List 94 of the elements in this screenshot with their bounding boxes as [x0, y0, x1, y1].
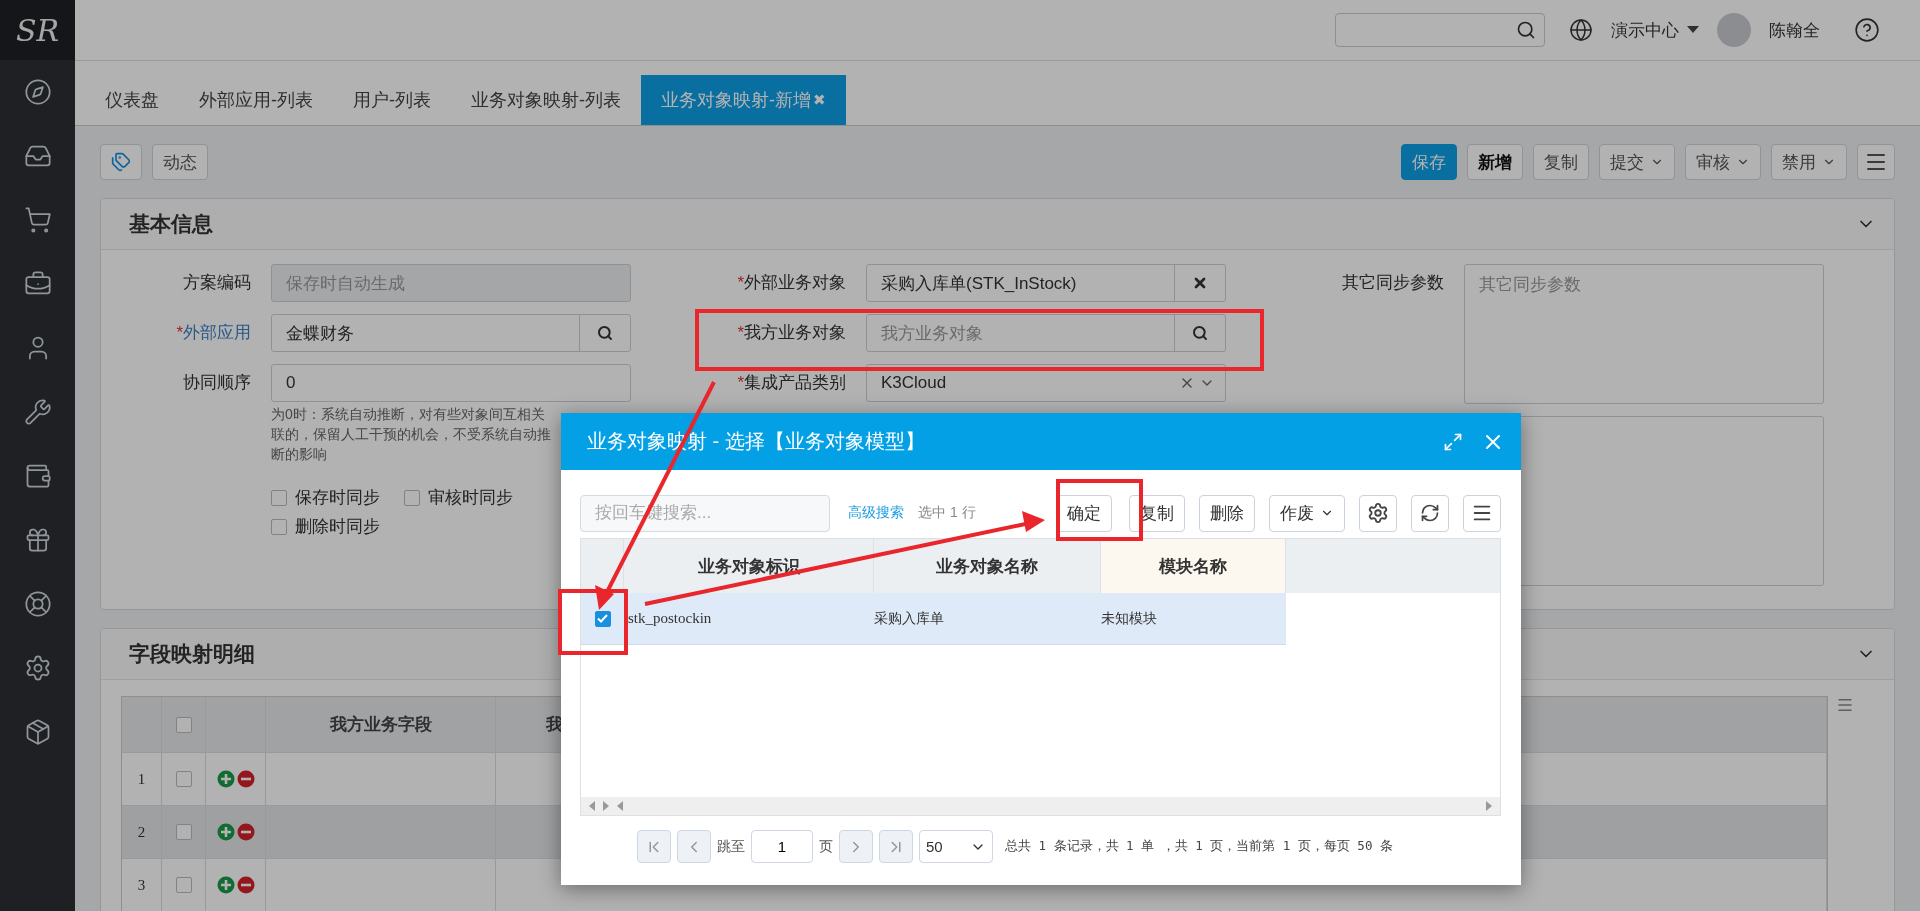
add-icon[interactable] [216, 876, 235, 894]
checkbox[interactable] [175, 824, 192, 840]
remove-icon[interactable] [236, 823, 255, 841]
row-number: 2 [122, 806, 162, 858]
field-placeholder: 保存时自动生成 [285, 272, 406, 295]
page-unit: 页 [819, 837, 833, 856]
menu-button[interactable] [1857, 144, 1895, 180]
toolbar-button[interactable]: 复制 [1533, 144, 1589, 180]
page-input[interactable]: 1 [751, 830, 813, 863]
search-icon [597, 325, 613, 341]
globe-icon[interactable] [1569, 18, 1593, 42]
checkbox-label: 审核时同步 [428, 487, 513, 509]
field-label: *外部业务对象 [736, 272, 846, 294]
toolbar-button[interactable]: 提交 [1599, 144, 1675, 180]
dialog-button[interactable]: 作废 [1269, 494, 1345, 532]
remove-icon[interactable] [236, 770, 255, 788]
refresh-button[interactable] [1411, 494, 1449, 532]
maximize-icon[interactable] [1443, 431, 1463, 452]
dialog-button[interactable]: 删除 [1199, 494, 1255, 532]
checkbox[interactable] [175, 716, 192, 733]
search-field[interactable] [1335, 13, 1545, 47]
pagination-summary: 总共 1 条记录，共 1 单 ，共 1 页，当前第 1 页，每页 50 条 [1005, 838, 1393, 855]
column-header: 我方业务字段 [266, 697, 496, 752]
input-field[interactable]: 0 [271, 364, 631, 402]
toolbar-button[interactable]: 禁用 [1771, 144, 1847, 180]
jump-label: 跳至 [717, 837, 745, 856]
compass-icon[interactable] [23, 78, 52, 106]
page-size-value: 50 [926, 838, 943, 855]
field-label: 方案编码 [182, 272, 251, 294]
field-label: 其它同步参数 [1341, 272, 1444, 294]
column-header[interactable]: 模块名称 [1101, 539, 1286, 593]
field-value: 0 [285, 373, 297, 393]
section-title: 基本信息 [129, 211, 213, 237]
tab[interactable]: 用户-列表 [333, 75, 451, 125]
caret-down-icon [1687, 26, 1699, 34]
scroll-left-icon[interactable] [617, 801, 623, 811]
toolbar-button[interactable]: 动态 [152, 144, 208, 180]
textarea-placeholder: 其它同步参数 [1479, 275, 1581, 294]
add-icon[interactable] [216, 823, 235, 841]
user-name[interactable]: 陈翰全 [1769, 18, 1820, 42]
close-icon [1192, 275, 1208, 291]
field-value: K3Cloud [880, 373, 948, 393]
checkbox[interactable] [175, 877, 192, 893]
hint-text: 为0时：系统自动推断，对有些对象间互相关联的，保留人工干预的机会，不受系统自动推断的影响 [271, 405, 552, 464]
checkbox[interactable] [271, 489, 287, 506]
field-label: *外部应用 [175, 322, 251, 344]
checkbox-label: 删除时同步 [295, 516, 380, 538]
tag-icon [111, 152, 131, 172]
add-icon[interactable] [216, 770, 235, 788]
help-icon[interactable] [1854, 17, 1880, 43]
remove-icon[interactable] [236, 876, 255, 894]
field-label: 协同顺序 [182, 372, 251, 394]
settings-icon [1367, 502, 1389, 524]
avatar [1717, 13, 1751, 47]
tag-button[interactable] [100, 144, 142, 180]
logo: SR [0, 0, 75, 60]
lookup-field[interactable]: 金蝶财务 [271, 314, 631, 352]
checkbox[interactable] [594, 610, 611, 627]
field-label: *我方业务对象 [736, 322, 846, 344]
cart-icon[interactable] [23, 206, 52, 234]
wrench-icon[interactable] [23, 398, 52, 426]
checkbox[interactable] [175, 771, 192, 787]
tab[interactable]: 业务对象映射-列表 [451, 75, 641, 125]
tab[interactable]: 仪表盘 [85, 75, 179, 125]
field-placeholder: 我方业务对象 [880, 322, 984, 345]
lifebuoy-icon[interactable] [23, 590, 52, 618]
section-title: 字段映射明细 [129, 641, 255, 667]
checkbox[interactable] [271, 518, 287, 535]
menu-icon[interactable] [1836, 696, 1854, 714]
page-size-select[interactable]: 50 [919, 830, 993, 863]
checkbox[interactable] [404, 489, 420, 506]
scroll-left-icon[interactable] [589, 801, 595, 811]
organization-menu[interactable]: 演示中心 [1611, 18, 1699, 42]
row-number: 3 [122, 859, 162, 911]
table-cell: 采购入库单 [874, 593, 1101, 645]
settings-button[interactable] [1359, 494, 1397, 532]
table-cell: 未知模块 [1101, 593, 1286, 645]
field-value: 金蝶财务 [285, 322, 355, 345]
highlight-frame [558, 589, 628, 655]
scroll-right-icon[interactable] [603, 801, 609, 811]
search-icon [1192, 325, 1208, 341]
toolbar-button[interactable]: 新增 [1467, 144, 1523, 180]
row-number: 1 [122, 753, 162, 805]
toolbar-button[interactable]: 审核 [1685, 144, 1761, 180]
field-label: *集成产品类别 [736, 372, 846, 394]
lookup-field[interactable]: 采购入库单(STK_InStock) [866, 264, 1226, 302]
menu-button[interactable] [1463, 494, 1501, 532]
search-icon [1516, 20, 1536, 40]
scroll-right-icon[interactable] [1486, 801, 1492, 811]
checkbox-label: 保存时同步 [295, 487, 380, 509]
field-value: 采购入库单(STK_InStock) [880, 272, 1078, 295]
tab[interactable]: 外部应用-列表 [179, 75, 333, 125]
refresh-icon [1420, 503, 1440, 523]
selection-count: 选中 1 行 [918, 504, 976, 522]
